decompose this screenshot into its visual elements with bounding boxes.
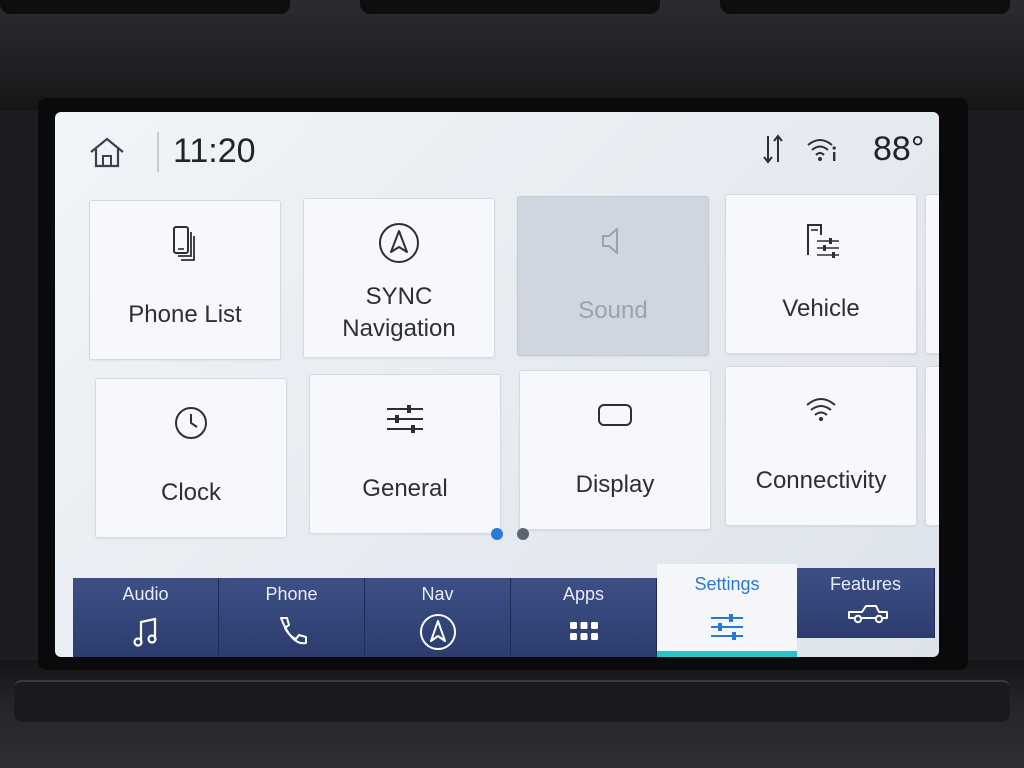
general-tile[interactable]: General — [309, 374, 501, 534]
tile-label-line: Navigation — [342, 315, 456, 342]
next-page-tile-peek — [925, 194, 939, 354]
nav-label: Audio — [122, 584, 169, 604]
nav-settings-button[interactable]: Settings — [657, 564, 797, 657]
tile-label-line: SYNC — [365, 283, 433, 310]
wifi-info-icon — [805, 134, 841, 164]
air-vent — [0, 0, 290, 14]
apps-grid-icon — [564, 612, 604, 652]
next-page-tile-peek — [925, 366, 939, 526]
tile-label: General — [362, 475, 448, 502]
infotainment-screen: 11:20 88° Phone List SYNC Navigation Sou… — [55, 112, 939, 657]
air-vent — [720, 0, 1010, 14]
display-icon — [593, 393, 637, 437]
wifi-icon — [799, 389, 843, 433]
nav-label: Nav — [421, 584, 454, 604]
dashboard-lip — [14, 680, 1010, 722]
data-transfer-icon — [761, 132, 785, 166]
navigation-arrow-icon — [418, 612, 458, 652]
connectivity-tile[interactable]: Connectivity — [725, 366, 917, 526]
status-bar: 11:20 88° — [55, 112, 939, 182]
tile-label: Vehicle — [782, 295, 860, 322]
nav-label: Features — [829, 574, 902, 594]
tile-label: SYNC Navigation — [304, 281, 494, 345]
dashboard-top-bezel — [0, 0, 1024, 110]
active-tab-indicator — [657, 651, 797, 657]
navigation-icon — [377, 221, 421, 265]
phone-list-icon — [163, 223, 207, 267]
clock-time: 11:20 — [173, 132, 256, 170]
tile-label: Connectivity — [755, 467, 887, 494]
display-tile[interactable]: Display — [519, 370, 711, 530]
home-icon[interactable] — [87, 134, 127, 170]
truck-icon — [846, 598, 888, 638]
sync-navigation-tile[interactable]: SYNC Navigation — [303, 198, 495, 358]
speaker-icon — [591, 219, 635, 263]
nav-label: Settings — [694, 574, 760, 594]
tile-label: Clock — [160, 479, 221, 506]
status-divider — [157, 132, 159, 172]
page-dot-active[interactable] — [491, 528, 503, 540]
nav-label: Apps — [562, 584, 605, 604]
phone-list-tile[interactable]: Phone List — [89, 200, 281, 360]
nav-audio-button[interactable]: Audio — [73, 578, 219, 657]
phone-handset-icon — [272, 612, 312, 652]
bottom-nav-bar: Audio Phone Nav Apps Settings Features — [73, 564, 939, 657]
vehicle-tile[interactable]: Vehicle — [725, 194, 917, 354]
sliders-icon — [383, 397, 427, 441]
nav-apps-button[interactable]: Apps — [511, 578, 657, 657]
page-dot[interactable] — [517, 528, 529, 540]
tile-label: Display — [575, 471, 655, 498]
settings-sliders-icon — [707, 608, 747, 648]
outside-temperature: 88° — [873, 130, 925, 168]
nav-label: Phone — [265, 584, 318, 604]
sound-tile[interactable]: Sound — [517, 196, 709, 356]
clock-tile[interactable]: Clock — [95, 378, 287, 538]
nav-features-button[interactable]: Features — [797, 568, 935, 638]
air-vent — [360, 0, 660, 14]
music-note-icon — [126, 612, 166, 652]
nav-navigation-button[interactable]: Nav — [365, 578, 511, 657]
tile-label: Sound — [578, 297, 648, 324]
tile-label: Phone List — [128, 301, 242, 328]
nav-phone-button[interactable]: Phone — [219, 578, 365, 657]
vehicle-settings-icon — [799, 217, 843, 261]
clock-icon — [169, 401, 213, 445]
